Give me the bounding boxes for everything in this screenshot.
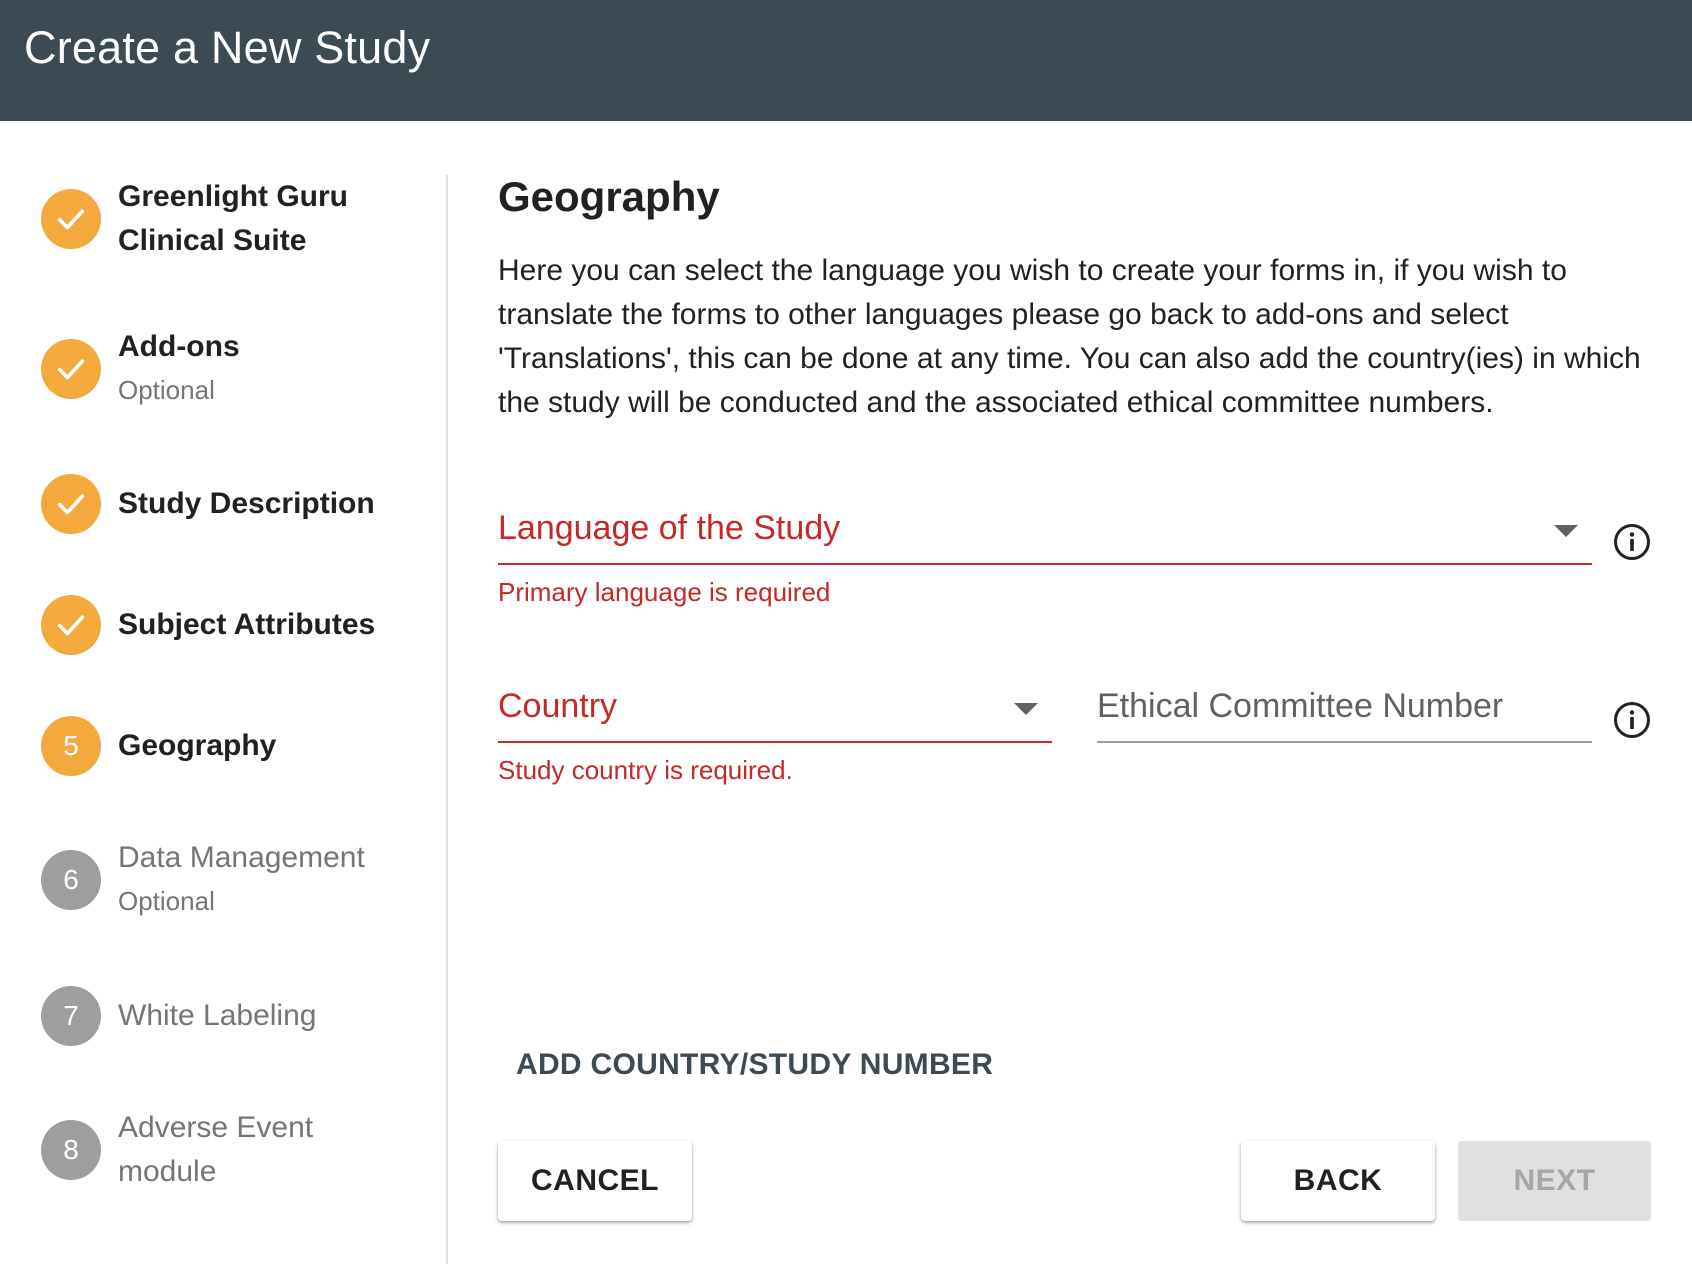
stepper-sidebar <box>0 121 448 1264</box>
section-description: Here you can select the language you wis… <box>498 254 1641 419</box>
step-optional: Optional <box>118 375 215 405</box>
language-select-label: Language of the Study <box>498 509 841 547</box>
step-number: 5 <box>41 716 101 776</box>
country-select-underline <box>498 741 1052 743</box>
section-title: Geography <box>498 173 720 220</box>
chevron-down-icon <box>1554 525 1578 537</box>
step-label: Study Description <box>118 487 375 520</box>
ethical-committee-number-input[interactable]: Ethical Committee Number <box>1097 683 1592 743</box>
ethical-committee-number-label: Ethical Committee Number <box>1097 687 1504 725</box>
ethical-committee-number-underline <box>1097 741 1592 743</box>
step-label: Adverse Event <box>118 1111 314 1144</box>
step-geography[interactable]: 5 Geography <box>0 716 440 776</box>
country-select-label: Country <box>498 687 618 725</box>
step-adverse-event-module[interactable]: 8 Adverse Event module <box>0 1106 440 1196</box>
app-header: Create a New Study <box>0 0 1692 121</box>
info-icon[interactable] <box>1612 522 1652 562</box>
step-label: module <box>118 1155 217 1188</box>
step-label: Greenlight Guru <box>118 180 349 213</box>
cancel-button[interactable]: CANCEL <box>498 1141 692 1221</box>
step-optional: Optional <box>118 886 215 916</box>
step-number: 6 <box>41 850 101 910</box>
language-error: Primary language is required <box>498 577 831 607</box>
step-data-management[interactable]: 6 Data Management Optional <box>0 836 440 926</box>
country-select[interactable]: Country <box>498 683 1052 743</box>
step-number: 7 <box>41 986 101 1046</box>
step-add-ons[interactable]: Add-ons Optional <box>0 325 440 415</box>
step-complete-icon <box>41 189 101 249</box>
sidebar-divider <box>446 175 448 1264</box>
language-select[interactable]: Language of the Study <box>498 505 1592 565</box>
step-label: Subject Attributes <box>118 608 376 641</box>
step-greenlight-guru[interactable]: Greenlight Guru Clinical Suite <box>0 175 440 265</box>
step-complete-icon <box>41 339 101 399</box>
step-label: Add-ons <box>118 330 240 363</box>
info-icon[interactable] <box>1612 700 1652 740</box>
language-select-underline <box>498 563 1592 565</box>
step-white-labeling[interactable]: 7 White Labeling <box>0 986 440 1046</box>
check-icon <box>57 615 85 636</box>
step-label: White Labeling <box>118 999 317 1032</box>
step-label: Data Management <box>118 841 365 874</box>
country-error: Study country is required. <box>498 755 793 785</box>
next-button[interactable]: NEXT <box>1458 1141 1651 1221</box>
step-number: 8 <box>41 1120 101 1180</box>
page-title: Create a New Study <box>24 22 431 73</box>
check-icon <box>57 494 85 515</box>
chevron-down-icon <box>1014 703 1038 715</box>
step-study-description[interactable]: Study Description <box>0 474 440 534</box>
step-complete-icon <box>41 474 101 534</box>
step-label: Geography <box>118 729 277 762</box>
add-country-study-number-button[interactable]: ADD COUNTRY/STUDY NUMBER <box>516 1048 993 1082</box>
step-subject-attributes[interactable]: Subject Attributes <box>0 595 440 655</box>
step-complete-icon <box>41 595 101 655</box>
check-icon <box>57 209 85 230</box>
check-icon <box>57 359 85 380</box>
step-label: Clinical Suite <box>118 224 307 257</box>
back-button[interactable]: BACK <box>1241 1141 1435 1221</box>
